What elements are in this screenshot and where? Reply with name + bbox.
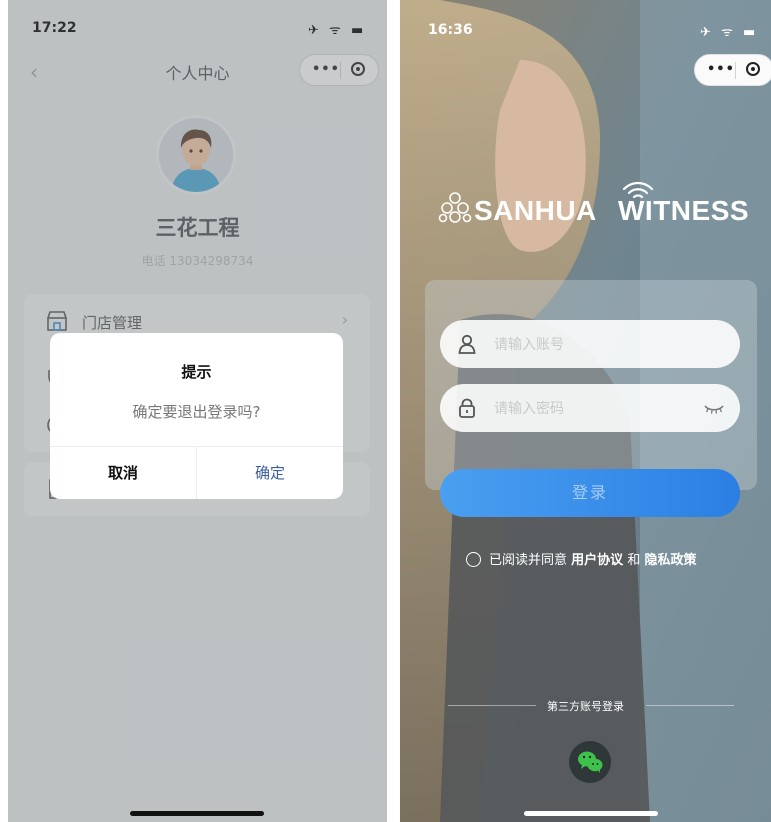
logout-dialog: 提示 确定要退出登录吗? 取消 确定 [50, 333, 343, 499]
agree-and: 和 [627, 553, 641, 568]
user-agreement-link[interactable]: 用户协议 [571, 553, 623, 568]
capsule-divider [735, 62, 736, 79]
agree-radio[interactable] [466, 552, 481, 567]
password-field[interactable] [440, 384, 740, 434]
home-indicator [130, 811, 264, 816]
wechat-icon [578, 751, 603, 773]
status-icons: ✈ ᯤ ▬ [700, 25, 759, 40]
dialog-title: 提示 [181, 363, 212, 381]
login-button[interactable]: 登录 [440, 469, 740, 517]
close-target-icon[interactable] [746, 62, 760, 76]
brand-sanhua: SANHUA [474, 195, 597, 226]
account-input[interactable] [492, 320, 696, 370]
right-phone-screen: 16:36 ✈ ᯤ ▬ ••• SANHUA WITNESS 请输入账号 登录 … [400, 0, 771, 822]
user-icon [458, 334, 476, 354]
sanhua-flower-logo-icon [438, 192, 472, 223]
brand-witness: WITNESS [618, 195, 750, 226]
home-indicator [524, 811, 658, 816]
cancel-button[interactable]: 取消 [50, 447, 196, 499]
wechat-login-button[interactable] [569, 741, 611, 783]
privacy-policy-link[interactable]: 隐私政策 [644, 553, 696, 568]
agreement-row: 已阅读并同意 用户协议 和 隐私政策 [466, 549, 696, 568]
left-phone-screen: 17:22 ✈ ᯤ ▬ ‹ 个人中心 ••• 三花工程 电话 130342987… [8, 0, 387, 822]
agree-prefix: 已阅读并同意 [489, 553, 568, 568]
more-button[interactable]: ••• [707, 62, 735, 77]
status-time: 16:36 [428, 22, 473, 38]
confirm-button[interactable]: 确定 [196, 447, 343, 499]
lock-icon [459, 398, 475, 418]
password-input[interactable] [492, 384, 696, 434]
dialog-message: 确定要退出登录吗? [132, 403, 261, 421]
mini-program-capsule: ••• [694, 54, 771, 86]
eye-closed-icon[interactable] [704, 401, 724, 415]
account-field[interactable] [440, 320, 740, 370]
dialog-buttons: 取消 确定 [50, 446, 343, 499]
third-party-login-label: 第三方账号登录 [547, 700, 624, 713]
